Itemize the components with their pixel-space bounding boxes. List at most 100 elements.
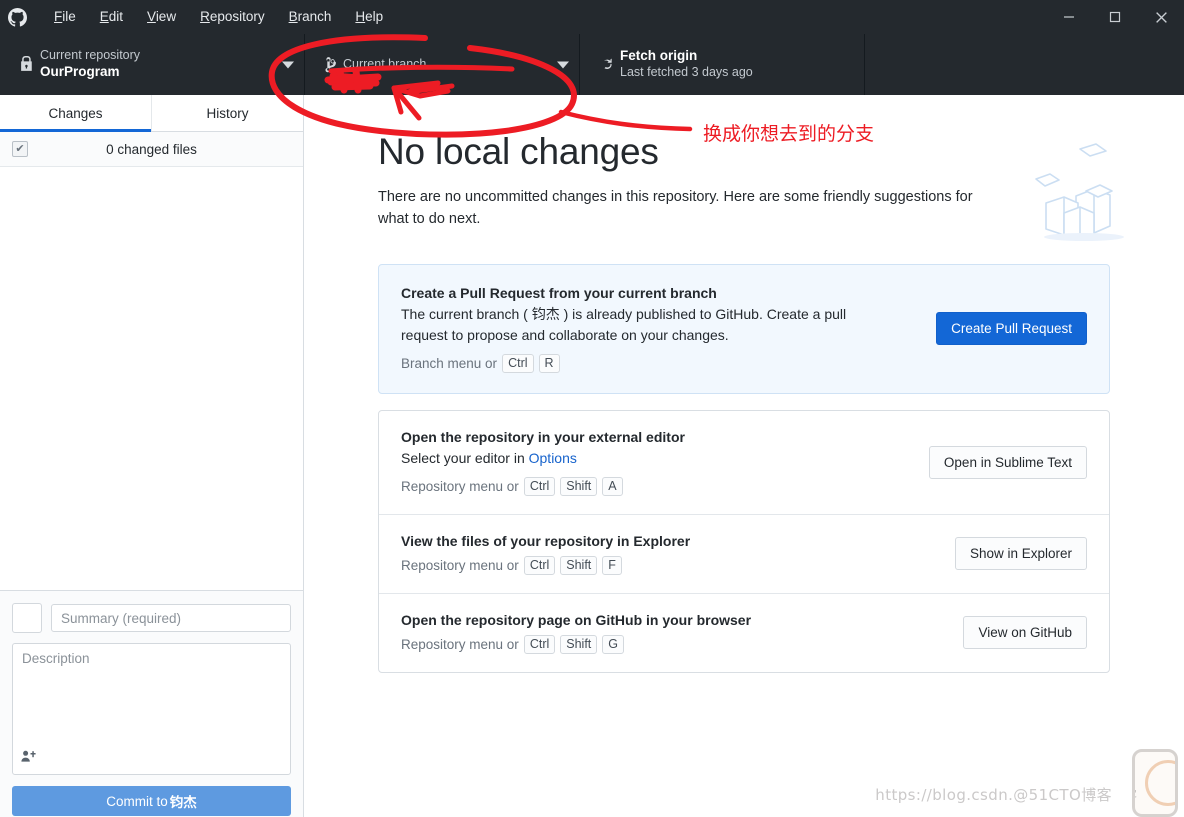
kbd-key: Ctrl [523,476,556,496]
card-desc-branch: 钧杰 [531,305,560,322]
card-hint-prefix: Branch menu or [401,355,498,371]
card-hint: Repository menu or Ctrl Shift F [401,555,935,575]
card-body: View the files of your repository in Exp… [401,533,955,575]
watermark-text: https://blog.csdn.@51CTO博客 [875,786,1112,804]
kbd-key: Shift [560,634,598,654]
sidebar-tabs: Changes History [0,95,303,132]
open-in-sublime-text-button[interactable]: Open in Sublime Text [928,445,1087,479]
kbd-key: R [538,353,560,373]
window-controls [1046,0,1184,34]
card-show-in-explorer: View the files of your repository in Exp… [379,515,1109,594]
watermark-badge-text: 博客 [1135,785,1137,804]
suggestion-cards: Create a Pull Request from your current … [378,263,1110,673]
avatar [12,603,42,633]
git-branch-icon [317,56,343,73]
minimize-icon[interactable] [1046,0,1092,34]
fetch-origin-button[interactable]: Fetch origin Last fetched 3 days ago [580,34,865,95]
menu-item-help[interactable]: Help [343,0,395,34]
toolbar-filler [865,34,1184,95]
kbd-key: A [602,476,623,496]
tab-history[interactable]: History [152,95,303,131]
card-title: Open the repository page on GitHub in yo… [401,611,752,628]
card-hint-prefix: Repository menu or [401,636,519,652]
suggestion-card-group: Open the repository in your external edi… [378,409,1110,673]
menu-item-repository[interactable]: Repository [188,0,277,34]
card-desc-pre: The current branch ( [401,305,532,322]
card-hint-prefix: Repository menu or [401,557,519,573]
kbd-key: F [602,555,622,575]
tab-changes[interactable]: Changes [0,95,152,132]
commit-summary-input[interactable] [51,604,291,632]
card-body: Open the repository page on GitHub in yo… [401,612,963,654]
fetch-origin-label: Fetch origin [620,48,698,64]
github-mark-icon [0,0,34,34]
card-title: View the files of your repository in Exp… [401,532,691,549]
tab-history-label: History [206,105,249,121]
menu-item-view[interactable]: View [135,0,188,34]
current-branch-button[interactable]: Current branch [305,34,580,95]
sidebar: Changes History ✔ 0 changed files Descri… [0,95,304,817]
kbd-key: Ctrl [502,353,534,373]
lock-icon [14,56,40,73]
select-all-checkbox[interactable]: ✔ [12,141,28,157]
commit-button[interactable]: Commit to 钧杰 [12,786,291,816]
card-body: Open the repository in your external edi… [401,429,929,496]
toolbar: Current repository OurProgram Current br… [0,34,1184,95]
commit-summary-row [12,603,291,633]
create-pull-request-button[interactable]: Create Pull Request [936,312,1087,346]
watermark-badge: 博客 [1132,749,1178,817]
sync-icon [594,56,620,73]
chevron-down-icon [282,61,294,68]
fetch-origin-sub: Last fetched 3 days ago [620,65,753,80]
commit-form: Description Commit to 钧杰 [0,590,303,817]
add-person-icon[interactable] [21,750,37,768]
card-body: Create a Pull Request from your current … [401,285,936,373]
kbd-key: Ctrl [523,555,556,575]
current-branch-label: Current branch [343,56,427,71]
close-icon[interactable] [1138,0,1184,34]
changed-files-list [0,167,303,590]
github-desktop-window: File Edit View Repository Branch Help Cu… [0,0,1184,817]
card-view-on-github: Open the repository page on GitHub in yo… [379,594,1109,672]
commit-description-input[interactable]: Description [12,643,291,775]
boxes-illustration [1034,141,1138,241]
menu-item-branch[interactable]: Branch [277,0,344,34]
maximize-icon[interactable] [1092,0,1138,34]
menu-bar: File Edit View Repository Branch Help [42,0,395,34]
tab-changes-label: Changes [48,105,103,121]
main-content: No local changes There are no uncommitte… [304,95,1184,817]
card-hint: Repository menu or Ctrl Shift A [401,476,909,496]
view-on-github-button[interactable]: View on GitHub [963,616,1087,650]
card-title: Create a Pull Request from your current … [401,284,717,301]
menu-item-edit[interactable]: Edit [88,0,135,34]
card-hint-prefix: Repository menu or [401,478,519,494]
kbd-key: Ctrl [523,634,556,654]
card-description: Select your editor in Options [401,448,871,470]
card-open-external-editor: Open the repository in your external edi… [379,411,1109,515]
card-description: The current branch ( 钧杰 ) is already pub… [401,304,871,347]
commit-description-placeholder: Description [22,651,90,666]
card-title: Open the repository in your external edi… [401,428,685,445]
menu-item-file[interactable]: File [42,0,88,34]
page-subtitle: There are no uncommitted changes in this… [378,189,973,227]
card-row: Create a Pull Request from your current … [379,265,1109,393]
page-title: No local changes [378,131,659,172]
current-repository-value: OurProgram [40,63,120,79]
chevron-down-icon [557,61,569,68]
commit-button-branch: 钧杰 [169,795,197,810]
changed-files-row: ✔ 0 changed files [0,132,303,167]
commit-button-prefix: Commit to [106,793,168,809]
current-repository-label: Current repository [40,48,141,63]
kbd-key: Shift [560,555,598,575]
no-changes-blankslate: No local changes There are no uncommitte… [304,95,1184,673]
kbd-key: G [602,634,625,654]
kbd-key: Shift [560,476,598,496]
show-in-explorer-button[interactable]: Show in Explorer [954,537,1087,571]
watermark-badge-ring [1145,760,1175,806]
card-desc-pre: Select your editor in [401,449,529,466]
card-hint: Branch menu or Ctrl R [401,353,916,373]
changed-files-count: 0 changed files [106,141,197,157]
current-repository-button[interactable]: Current repository OurProgram [0,34,305,95]
card-hint: Repository menu or Ctrl Shift G [401,634,943,654]
options-link[interactable]: Options [529,450,577,466]
